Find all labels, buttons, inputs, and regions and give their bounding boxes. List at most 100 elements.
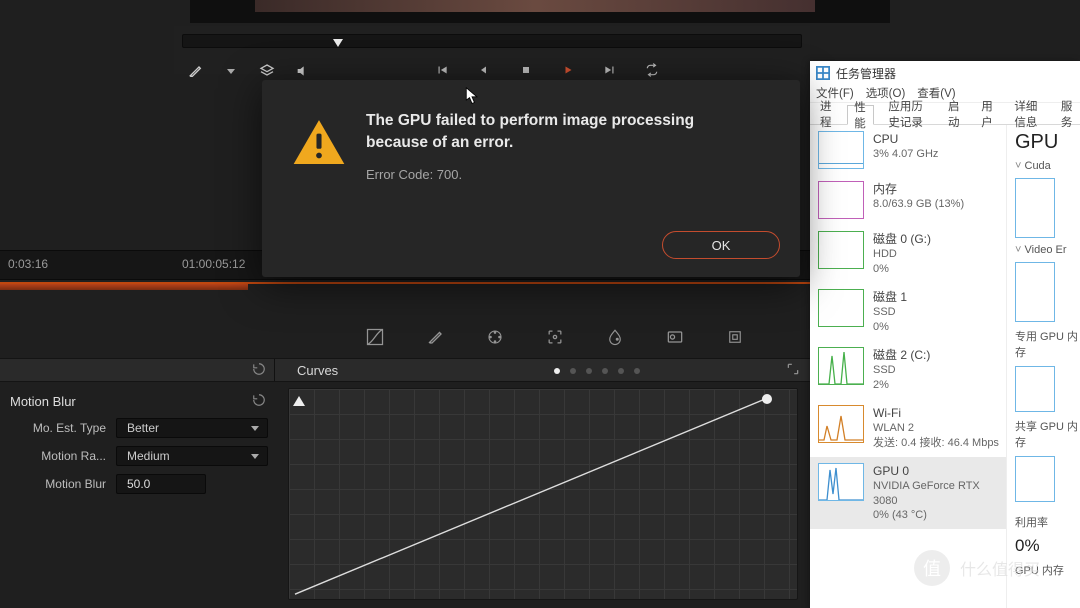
tm-titlebar[interactable]: 任务管理器 — [810, 61, 1080, 85]
video-graph — [1015, 262, 1055, 322]
sidebar-item-disk2[interactable]: 磁盘 2 (C:)SSD2% — [810, 341, 1006, 399]
motion-range-label: Motion Ra... — [10, 449, 116, 463]
sidebar-item-memory[interactable]: 内存8.0/63.9 GB (13%) — [810, 175, 1006, 225]
chevron-down-icon[interactable] — [222, 62, 240, 80]
watermark: 值 什么值得买 — [914, 550, 1040, 586]
tm-tabs: 进程 性能 应用历史记录 启动 用户 详细信息 服务 — [810, 103, 1080, 125]
mouse-cursor-icon — [465, 87, 479, 105]
tm-title: 任务管理器 — [836, 65, 896, 82]
shared-mem-graph — [1015, 456, 1055, 502]
motion-blur-panel: Motion Blur Mo. Est. Type Better Motion … — [10, 388, 268, 498]
curve-line[interactable] — [289, 389, 797, 600]
reset-icon[interactable] — [252, 393, 268, 409]
stop-icon[interactable] — [518, 62, 534, 78]
gpu-sub1: NVIDIA GeForce RTX 3080 — [873, 479, 1000, 509]
speaker-icon[interactable] — [294, 62, 312, 80]
sizing-tool-icon[interactable] — [723, 325, 747, 349]
motion-range-select[interactable]: Medium — [116, 446, 268, 466]
curve-point-top-marker[interactable] — [293, 396, 305, 406]
motion-blur-heading: Motion Blur — [10, 394, 76, 409]
sidebar-item-disk0[interactable]: 磁盘 0 (G:)HDD0% — [810, 225, 1006, 283]
disk1-sparkline-icon — [818, 289, 864, 327]
sidebar-item-wifi[interactable]: Wi-FiWLAN 2发送: 0.4 接收: 46.4 Mbps — [810, 399, 1006, 457]
dot-1-icon[interactable] — [554, 368, 560, 374]
disk0-sub1: HDD — [873, 247, 931, 262]
tm-detail-pane: GPU ˅ Cuda ˅ Video Er 专用 GPU 内存 共享 GPU 内… — [1006, 125, 1080, 608]
wifi-sub1: WLAN 2 — [873, 421, 999, 436]
mem-sub: 8.0/63.9 GB (13%) — [873, 197, 964, 212]
curve-point-white[interactable] — [762, 394, 772, 404]
curves-tool-icon[interactable] — [363, 325, 387, 349]
reset-icon[interactable] — [252, 362, 266, 379]
wifi-sparkline-icon — [818, 405, 864, 443]
tab-performance[interactable]: 性能 — [847, 105, 874, 125]
disk0-sparkline-icon — [818, 231, 864, 269]
motion-blur-label: Motion Blur — [10, 477, 116, 491]
disk1-name: 磁盘 1 — [873, 289, 907, 305]
key-tool-icon[interactable] — [663, 325, 687, 349]
video-label: Video Er — [1025, 244, 1067, 256]
cuda-label: Cuda — [1025, 160, 1051, 172]
disk2-name: 磁盘 2 (C:) — [873, 347, 930, 363]
tab-details[interactable]: 详细信息 — [1008, 104, 1046, 124]
dot-3-icon[interactable] — [586, 368, 592, 374]
tab-services[interactable]: 服务 — [1055, 104, 1080, 124]
step-back-icon[interactable] — [476, 62, 492, 78]
dot-6-icon[interactable] — [634, 368, 640, 374]
disk1-sub1: SSD — [873, 305, 907, 320]
layers-icon[interactable] — [258, 62, 276, 80]
timeline-clip[interactable] — [0, 284, 248, 290]
curves-mode-dots[interactable] — [554, 359, 640, 383]
sidebar-item-cpu[interactable]: CPU3% 4.07 GHz — [810, 125, 1006, 175]
error-title: The GPU failed to perform image processi… — [366, 110, 772, 153]
tab-users[interactable]: 用户 — [975, 104, 1000, 124]
dot-2-icon[interactable] — [570, 368, 576, 374]
window-shape-icon[interactable] — [483, 325, 507, 349]
skip-back-icon[interactable] — [434, 62, 450, 78]
dot-5-icon[interactable] — [618, 368, 624, 374]
tab-processes[interactable]: 进程 — [814, 104, 839, 124]
sidebar-item-disk1[interactable]: 磁盘 1SSD0% — [810, 283, 1006, 341]
tracker-icon[interactable] — [543, 325, 567, 349]
dot-4-icon[interactable] — [602, 368, 608, 374]
detail-title: GPU — [1015, 131, 1080, 154]
sidebar-item-gpu[interactable]: GPU 0NVIDIA GeForce RTX 30800% (43 °C) — [810, 457, 1006, 530]
tab-startup[interactable]: 启动 — [942, 104, 967, 124]
viewer-strip — [190, 0, 890, 23]
wifi-name: Wi-Fi — [873, 405, 999, 421]
cpu-name: CPU — [873, 131, 938, 147]
eyedropper-icon[interactable] — [186, 62, 204, 80]
memory-sparkline-icon — [818, 181, 864, 219]
qualifier-eyedropper-icon[interactable] — [423, 325, 447, 349]
transport-controls — [434, 62, 660, 78]
expand-icon[interactable] — [786, 362, 800, 379]
ok-button[interactable]: OK — [662, 231, 780, 259]
chevron-down-icon — [251, 426, 259, 431]
tab-app-history[interactable]: 应用历史记录 — [882, 104, 934, 124]
loop-icon[interactable] — [644, 62, 660, 78]
panel-reset-area — [0, 359, 275, 381]
watermark-badge-icon: 值 — [914, 550, 950, 586]
playhead-icon[interactable] — [333, 39, 343, 47]
task-manager-window: 任务管理器 文件(F) 选项(O) 查看(V) 进程 性能 应用历史记录 启动 … — [810, 61, 1080, 608]
timecode-label-2: 01:00:05:12 — [182, 257, 245, 271]
curves-header: Curves — [0, 358, 810, 382]
motion-blur-value: 50.0 — [127, 477, 150, 491]
motion-range-value: Medium — [127, 449, 170, 463]
disk2-sub1: SSD — [873, 363, 930, 378]
play-icon[interactable] — [560, 62, 576, 78]
skip-forward-icon[interactable] — [602, 62, 618, 78]
blur-tool-icon[interactable] — [603, 325, 627, 349]
curves-graph[interactable] — [288, 388, 798, 600]
wifi-sub2: 发送: 0.4 接收: 46.4 Mbps — [873, 436, 999, 451]
viewer-thumbnail — [255, 0, 815, 12]
disk2-sub2: 2% — [873, 378, 930, 393]
gpu-name: GPU 0 — [873, 463, 1000, 479]
tm-sidebar: CPU3% 4.07 GHz 内存8.0/63.9 GB (13%) 磁盘 0 … — [810, 125, 1006, 608]
motion-blur-input[interactable]: 50.0 — [116, 474, 206, 494]
gpu-error-dialog: The GPU failed to perform image processi… — [262, 80, 800, 277]
scrubber-track[interactable] — [182, 34, 802, 48]
cuda-graph — [1015, 178, 1055, 238]
mo-est-type-select[interactable]: Better — [116, 418, 268, 438]
cpu-sparkline-icon — [818, 131, 864, 169]
